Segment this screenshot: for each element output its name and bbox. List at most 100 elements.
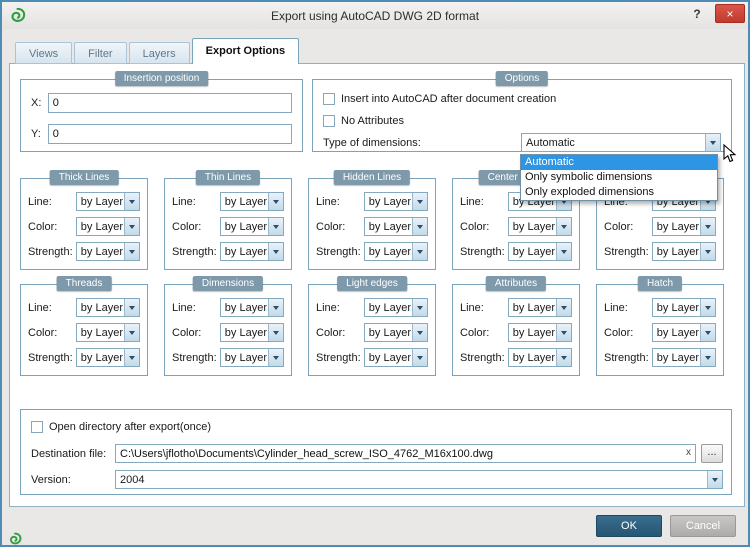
chevron-down-icon[interactable]	[268, 324, 283, 341]
chevron-down-icon[interactable]	[700, 218, 715, 235]
line-combo[interactable]: by Layer	[363, 192, 428, 211]
version-combo[interactable]: 2004	[115, 470, 723, 489]
chevron-down-icon[interactable]	[556, 349, 571, 366]
chevron-down-icon[interactable]	[705, 134, 720, 151]
color-combo[interactable]: by Layer	[363, 217, 428, 236]
chevron-down-icon[interactable]	[412, 324, 427, 341]
strength-row: Strength: by Layer	[316, 348, 428, 367]
line-combo[interactable]: by Layer	[75, 192, 140, 211]
combo-value: by Layer	[512, 326, 555, 339]
color-label: Color:	[460, 220, 490, 233]
color-combo[interactable]: by Layer	[507, 217, 572, 236]
chevron-down-icon[interactable]	[556, 243, 571, 260]
line-combo[interactable]: by Layer	[219, 192, 284, 211]
line-combo[interactable]: by Layer	[75, 298, 140, 317]
clear-destination-icon[interactable]: x	[686, 447, 691, 459]
strength-combo[interactable]: by Layer	[507, 348, 572, 367]
type-of-dimensions-value: Automatic	[526, 136, 575, 149]
color-combo[interactable]: by Layer	[507, 323, 572, 342]
browse-button[interactable]: ...	[701, 444, 723, 463]
line-label: Line:	[604, 301, 628, 314]
tab-views[interactable]: Views	[15, 42, 73, 64]
line-label: Line:	[460, 301, 484, 314]
tab-bar: Views Filter Layers Export Options	[15, 38, 300, 64]
chevron-down-icon[interactable]	[124, 243, 139, 260]
group-thin-lines: Thin Lines Line: by Layer Color: by Layer …	[164, 170, 292, 270]
strength-combo[interactable]: by Layer	[219, 242, 284, 261]
line-combo[interactable]: by Layer	[363, 298, 428, 317]
strength-combo[interactable]: by Layer	[75, 348, 140, 367]
tab-export-options[interactable]: Export Options	[191, 38, 300, 64]
tab-layers[interactable]: Layers	[128, 42, 190, 64]
chevron-down-icon[interactable]	[124, 193, 139, 210]
chevron-down-icon[interactable]	[412, 299, 427, 316]
close-button[interactable]: ×	[715, 4, 745, 23]
chevron-down-icon[interactable]	[707, 471, 722, 488]
chevron-down-icon[interactable]	[700, 243, 715, 260]
chevron-down-icon[interactable]	[268, 299, 283, 316]
color-combo[interactable]: by Layer	[75, 217, 140, 236]
chevron-down-icon[interactable]	[556, 299, 571, 316]
chevron-down-icon[interactable]	[412, 218, 427, 235]
dropdown-item-only-exploded[interactable]: Only exploded dimensions	[521, 185, 717, 200]
x-input[interactable]	[47, 93, 292, 113]
strength-label: Strength:	[28, 245, 73, 258]
color-row: Color: by Layer	[316, 323, 428, 342]
type-of-dimensions-combo[interactable]: Automatic	[521, 133, 721, 152]
y-input[interactable]	[47, 124, 292, 144]
chevron-down-icon[interactable]	[268, 218, 283, 235]
help-button[interactable]: ?	[687, 6, 707, 23]
chevron-down-icon[interactable]	[412, 349, 427, 366]
chevron-down-icon[interactable]	[268, 243, 283, 260]
open-directory-checkbox[interactable]	[31, 421, 43, 433]
strength-combo[interactable]: by Layer	[219, 348, 284, 367]
chevron-down-icon[interactable]	[700, 324, 715, 341]
destination-file-input[interactable]	[115, 444, 696, 463]
combo-value: by Layer	[512, 245, 555, 258]
mouse-cursor	[723, 143, 737, 167]
strength-label: Strength:	[172, 245, 217, 258]
strength-combo[interactable]: by Layer	[75, 242, 140, 261]
no-attributes-checkbox[interactable]	[323, 115, 335, 127]
chevron-down-icon[interactable]	[268, 193, 283, 210]
line-combo[interactable]: by Layer	[507, 298, 572, 317]
strength-row: Strength: by Layer	[604, 348, 716, 367]
cancel-button[interactable]: Cancel	[670, 515, 736, 537]
chevron-down-icon[interactable]	[124, 299, 139, 316]
color-combo[interactable]: by Layer	[219, 217, 284, 236]
tab-filter[interactable]: Filter	[74, 42, 127, 64]
chevron-down-icon[interactable]	[556, 324, 571, 341]
chevron-down-icon[interactable]	[700, 299, 715, 316]
strength-combo[interactable]: by Layer	[363, 348, 428, 367]
strength-combo[interactable]: by Layer	[507, 242, 572, 261]
chevron-down-icon[interactable]	[124, 349, 139, 366]
chevron-down-icon[interactable]	[556, 218, 571, 235]
chevron-down-icon[interactable]	[412, 193, 427, 210]
destination-file-inputwrap: x	[115, 444, 696, 463]
strength-combo[interactable]: by Layer	[363, 242, 428, 261]
chevron-down-icon[interactable]	[412, 243, 427, 260]
chevron-down-icon[interactable]	[700, 349, 715, 366]
line-label: Line:	[172, 195, 196, 208]
chevron-down-icon[interactable]	[124, 218, 139, 235]
line-row: Line: by Layer	[604, 298, 716, 317]
color-combo[interactable]: by Layer	[651, 217, 716, 236]
strength-label: Strength:	[316, 245, 361, 258]
color-combo[interactable]: by Layer	[75, 323, 140, 342]
ok-button[interactable]: OK	[596, 515, 662, 537]
color-combo[interactable]: by Layer	[651, 323, 716, 342]
color-combo[interactable]: by Layer	[363, 323, 428, 342]
color-combo[interactable]: by Layer	[219, 323, 284, 342]
title-bar[interactable]: Export using AutoCAD DWG 2D format ? ×	[2, 2, 748, 29]
insert-into-autocad-checkbox[interactable]	[323, 93, 335, 105]
combo-value: by Layer	[224, 245, 267, 258]
chevron-down-icon[interactable]	[124, 324, 139, 341]
chevron-down-icon[interactable]	[268, 349, 283, 366]
line-combo[interactable]: by Layer	[219, 298, 284, 317]
dropdown-item-only-symbolic[interactable]: Only symbolic dimensions	[521, 170, 717, 185]
line-combo[interactable]: by Layer	[651, 298, 716, 317]
strength-combo[interactable]: by Layer	[651, 348, 716, 367]
combo-value: by Layer	[224, 351, 267, 364]
dropdown-item-automatic[interactable]: Automatic	[521, 155, 717, 170]
strength-combo[interactable]: by Layer	[651, 242, 716, 261]
